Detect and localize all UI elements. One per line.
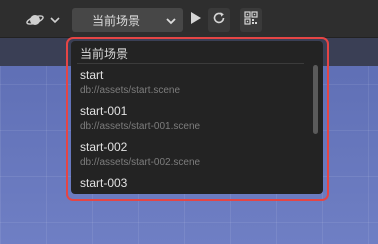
refresh-button[interactable] [208,8,230,32]
dropdown-header: 当前场景 [80,47,129,61]
scene-select[interactable]: 当前场景 [72,8,183,32]
scene-option-path: db://assets/start-001.scene [80,121,201,132]
scene-option-name: start-001 [80,104,128,118]
scene-option-path: db://assets/start-002.scene [80,157,201,168]
play-icon [190,11,202,30]
refresh-icon [212,11,226,30]
chevron-down-icon [50,16,60,24]
scene-option-start[interactable]: start db://assets/start.scene [80,68,180,97]
scene-select-value: 当前场景 [92,13,141,28]
toolbar: 当前场景 [0,0,378,38]
qr-code-button[interactable] [240,8,262,32]
dropdown-scrollbar[interactable] [313,65,318,134]
scene-dropdown: 当前场景 start db://assets/start.scene start… [71,41,323,194]
chevron-down-icon [166,15,176,29]
qr-code-icon [244,10,258,30]
planet-icon [26,12,44,28]
dropdown-divider [77,63,304,64]
play-button[interactable] [186,8,206,32]
scene-option-start-002[interactable]: start-002 db://assets/start-002.scene [80,140,200,169]
scene-option-path: db://assets/start.scene [80,85,181,96]
camera-mode-button[interactable] [22,9,70,31]
scene-option-name: start [80,68,104,82]
scene-option-start-001[interactable]: start-001 db://assets/start-001.scene [80,104,200,133]
scene-option-start-003[interactable]: start-003 [80,176,127,190]
scene-option-name: start-003 [80,176,128,190]
scene-option-name: start-002 [80,140,128,154]
